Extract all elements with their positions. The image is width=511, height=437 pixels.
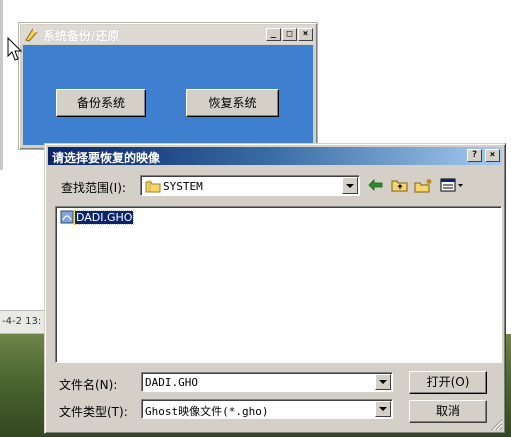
dialog-title-bar[interactable]: 请选择要恢复的映像 ? × bbox=[48, 147, 502, 165]
up-folder-icon[interactable] bbox=[389, 176, 409, 194]
file-name: DADI.GHO bbox=[73, 209, 135, 225]
resize-grip-icon[interactable] bbox=[491, 419, 503, 431]
dropdown-arrow-icon[interactable] bbox=[375, 374, 391, 390]
filename-field[interactable]: DADI.GHO bbox=[141, 372, 393, 392]
backup-window-title: 系统备份/还原 bbox=[43, 29, 120, 43]
ghost-file-icon bbox=[60, 210, 74, 224]
app-icon bbox=[25, 28, 38, 42]
backup-window-controls: _ □ × bbox=[266, 28, 313, 41]
maximize-icon[interactable]: □ bbox=[282, 28, 297, 41]
cursor-arrow-icon bbox=[7, 37, 23, 61]
file-list[interactable]: DADI.GHO bbox=[55, 206, 502, 363]
backup-window-client: 备份系统 恢复系统 bbox=[23, 45, 313, 145]
filename-label: 文件名(N): bbox=[59, 378, 118, 392]
back-arrow-icon[interactable] bbox=[367, 176, 385, 194]
filetype-dropdown[interactable]: Ghost映像文件(*.gho) bbox=[141, 399, 393, 419]
restore-system-button[interactable]: 恢复系统 bbox=[186, 89, 279, 117]
filename-value: DADI.GHO bbox=[145, 376, 198, 389]
dropdown-arrow-icon[interactable] bbox=[342, 177, 358, 194]
dialog-title-controls: ? × bbox=[467, 149, 500, 162]
filetype-value: Ghost映像文件(*.gho) bbox=[145, 405, 269, 418]
filetype-label: 文件类型(T): bbox=[59, 405, 128, 419]
taskbar-time-text: -4-2 13: bbox=[2, 316, 42, 327]
backup-restore-window: 系统备份/还原 _ □ × 备份系统 恢复系统 bbox=[18, 22, 318, 150]
folder-icon bbox=[145, 180, 161, 193]
help-icon[interactable]: ? bbox=[467, 149, 482, 162]
backup-system-button[interactable]: 备份系统 bbox=[56, 89, 146, 117]
look-in-value: SYSTEM bbox=[163, 180, 203, 193]
dialog-title: 请选择要恢复的映像 bbox=[52, 151, 161, 165]
open-image-dialog: 请选择要恢复的映像 ? × 查找范围(I): SYSTEM DADI.GHO 文… bbox=[44, 143, 506, 434]
list-item[interactable]: DADI.GHO bbox=[60, 209, 135, 225]
close-icon[interactable]: × bbox=[298, 28, 313, 41]
backup-window-title-bar[interactable]: 系统备份/还原 _ □ × bbox=[21, 25, 315, 44]
background-window-edge bbox=[0, 0, 3, 170]
look-in-dropdown[interactable]: SYSTEM bbox=[140, 175, 360, 196]
minimize-icon[interactable]: _ bbox=[266, 28, 281, 41]
dropdown-arrow-icon[interactable] bbox=[375, 401, 391, 417]
look-in-label: 查找范围(I): bbox=[61, 181, 126, 195]
open-button[interactable]: 打开(O) bbox=[409, 371, 487, 394]
close-icon[interactable]: × bbox=[485, 149, 500, 162]
view-menu-icon[interactable] bbox=[439, 176, 465, 194]
new-folder-icon[interactable] bbox=[413, 176, 435, 194]
cancel-button[interactable]: 取消 bbox=[409, 400, 487, 423]
